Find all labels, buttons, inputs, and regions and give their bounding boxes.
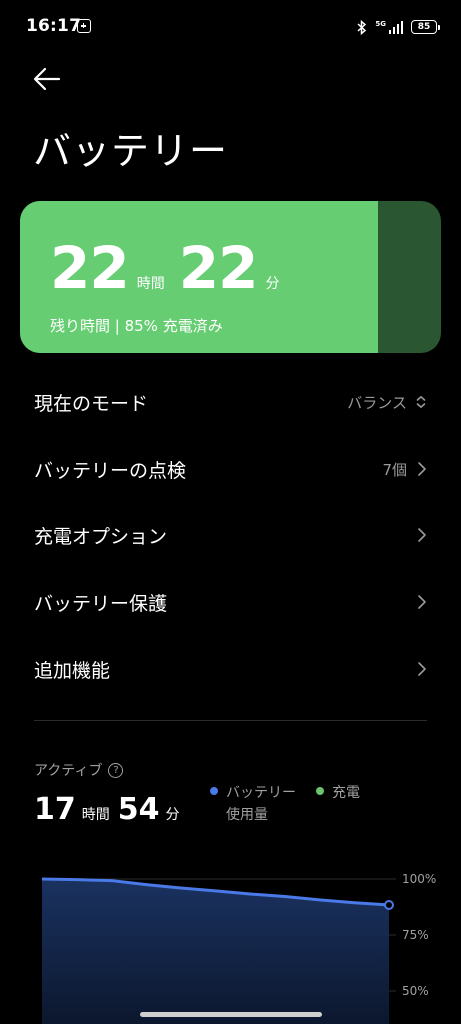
active-hours: 17 xyxy=(34,792,76,827)
chart-current-point xyxy=(384,899,394,910)
active-section-header: アクティブ ? xyxy=(34,760,124,780)
legend-usage-line1: バッテリー xyxy=(226,785,296,801)
active-minutes-unit: 分 xyxy=(165,807,180,823)
bluetooth-icon xyxy=(357,19,367,35)
network-type: 5G xyxy=(375,19,386,28)
back-button[interactable] xyxy=(30,62,66,98)
menu-item-battery-check[interactable]: バッテリーの点検 7個 xyxy=(0,441,461,497)
legend-charging-label: 充電 xyxy=(332,785,360,801)
battery-card[interactable]: 22 時間 22 分 残り時間 | 85% 充電済み xyxy=(20,201,441,353)
minutes-unit: 分 xyxy=(265,276,280,292)
legend-dot-usage xyxy=(210,787,218,795)
menu-item-battery-protection[interactable]: バッテリー保護 xyxy=(0,574,461,630)
active-label: アクティブ xyxy=(34,763,103,779)
legend-item-charging: 充電 xyxy=(316,782,360,804)
menu-item-charging-options[interactable]: 充電オプション xyxy=(0,507,461,563)
remaining-time: 22 時間 22 分 xyxy=(50,239,293,297)
menu-item-label: バッテリー保護 xyxy=(34,592,168,615)
menu-item-label: バッテリーの点検 xyxy=(34,459,187,482)
chevron-right-icon xyxy=(418,662,426,676)
menu-item-label: 現在のモード xyxy=(34,392,149,415)
battery-status-icon: 85 xyxy=(411,20,440,34)
chevron-right-icon xyxy=(418,595,426,609)
chart-y-tick-label: 50% xyxy=(402,984,429,998)
legend-usage-line2: 使用量 xyxy=(226,807,268,823)
page-title: バッテリー xyxy=(33,129,229,173)
status-bar: 16:17 5G 85 xyxy=(0,0,461,56)
chart-y-tick-label: 75% xyxy=(402,928,429,942)
hours-unit: 時間 xyxy=(136,276,165,292)
home-indicator xyxy=(140,1012,322,1017)
chevron-right-icon xyxy=(418,462,426,476)
battery-usage-chart[interactable]: 100% 75% 50% xyxy=(0,860,461,1024)
remaining-minutes: 22 xyxy=(178,234,259,302)
help-icon[interactable]: ? xyxy=(108,762,124,778)
menu-item-label: 追加機能 xyxy=(34,659,111,682)
battery-subtitle: 残り時間 | 85% 充電済み xyxy=(50,317,223,335)
legend-item-battery-usage: バッテリー 使用量 xyxy=(210,782,296,826)
status-icons: 5G 85 xyxy=(357,17,440,37)
section-divider xyxy=(34,720,427,721)
cellular-signal-icon: 5G xyxy=(375,19,403,34)
arrow-left-icon xyxy=(33,67,61,91)
chevron-right-icon xyxy=(418,528,426,542)
active-hours-unit: 時間 xyxy=(81,807,110,823)
menu-item-value: バランス xyxy=(347,393,407,412)
menu-item-additional-features[interactable]: 追加機能 xyxy=(0,641,461,697)
legend-dot-charging xyxy=(316,787,324,795)
active-minutes: 54 xyxy=(117,792,160,827)
chart-y-tick-label: 100% xyxy=(402,872,436,886)
menu-item-label: 充電オプション xyxy=(34,525,168,548)
menu-item-value: 7個 xyxy=(382,460,407,479)
active-time: 17 時間 54 分 xyxy=(34,792,188,827)
updown-icon xyxy=(416,396,426,408)
notification-app-icon xyxy=(77,19,91,33)
status-time: 16:17 xyxy=(26,16,82,36)
menu-item-current-mode[interactable]: 現在のモード バランス xyxy=(0,374,461,430)
remaining-hours: 22 xyxy=(50,234,130,302)
